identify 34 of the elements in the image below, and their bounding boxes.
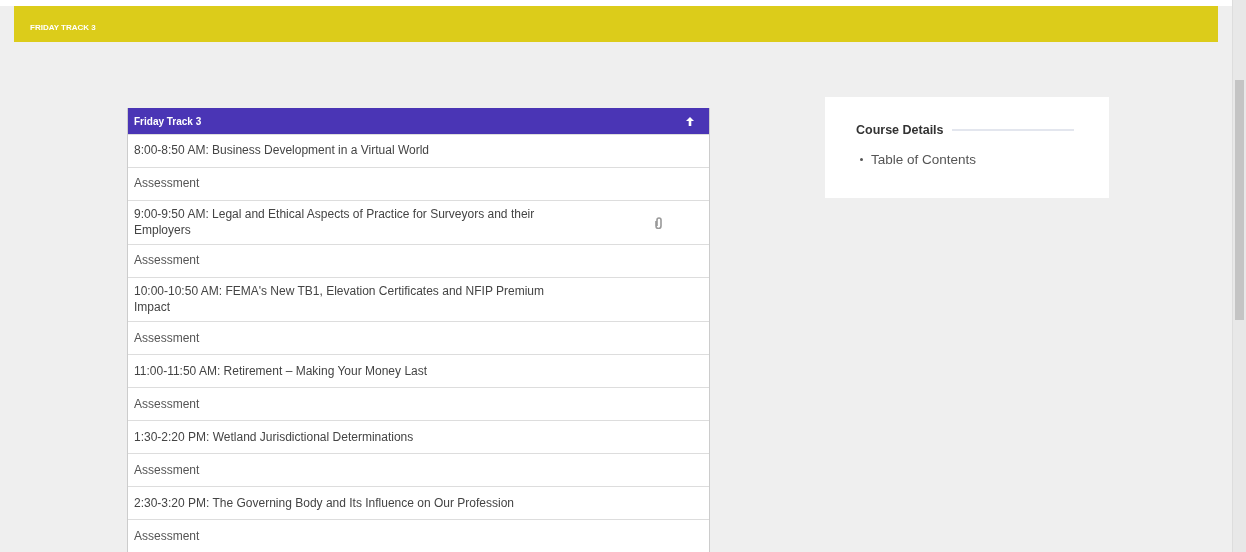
assessment-link: Assessment (134, 330, 201, 347)
toc-link[interactable]: Table of Contents (871, 149, 977, 170)
assessment-row[interactable]: Assessment (128, 453, 709, 487)
lesson-row[interactable]: 11:00-11:50 AM: Retirement – Making Your Money Last (128, 354, 709, 388)
assessment-row[interactable]: Assessment (128, 321, 709, 355)
lesson-row[interactable]: 8:00-8:50 AM: Business Development in a Virtual World (128, 134, 709, 167)
assessment-row[interactable]: Assessment (128, 244, 709, 278)
lesson-title: 10:00-10:50 AM: FEMA's New TB1, Elevation Certificates and NFIP Premium Impact (134, 284, 545, 316)
lesson-title: 9:00-9:50 AM: Legal and Ethical Aspects of Practice for Surveyors and their Employers (134, 207, 536, 239)
track-header[interactable]: Friday Track 3 (128, 108, 709, 134)
lesson-title: 11:00-11:50 AM: Retirement – Making Your Money Last (134, 363, 429, 380)
assessment-link: Assessment (134, 176, 201, 192)
lesson-title: 2:30-3:20 PM: The Governing Body and Its Influence on Our Profession (134, 495, 515, 512)
lesson-row[interactable]: 9:00-9:50 AM: Legal and Ethical Aspects of Practice for Surveyors and their Employers (128, 200, 709, 245)
assessment-link: Assessment (134, 462, 201, 479)
assessment-link: Assessment (134, 396, 201, 413)
scrollbar-thumb[interactable] (1235, 80, 1244, 320)
lesson-row[interactable]: 10:00-10:50 AM: FEMA's New TB1, Elevation Certificates and NFIP Premium Impact (128, 277, 709, 322)
lesson-title: 8:00-8:50 AM: Business Development in a Virtual World (134, 143, 431, 159)
bullet-icon (860, 158, 863, 162)
banner-title: FRIDAY TRACK 3 (30, 23, 96, 32)
lesson-title: 1:30-2:20 PM: Wetland Jurisdictional Determinations (134, 429, 415, 446)
assessment-row[interactable]: Assessment (128, 519, 709, 552)
collapse-arrow-icon[interactable] (685, 115, 695, 127)
assessment-row[interactable]: Assessment (128, 167, 709, 200)
lesson-row[interactable]: 2:30-3:20 PM: The Governing Body and Its Influence on Our Profession (128, 486, 709, 520)
paperclip-icon[interactable] (655, 216, 663, 229)
card-title: Course Details (856, 122, 944, 139)
assessment-link: Assessment (134, 253, 201, 269)
assessment-link: Assessment (134, 528, 201, 545)
assessment-row[interactable]: Assessment (128, 387, 709, 421)
lesson-row[interactable]: 1:30-2:20 PM: Wetland Jurisdictional Determinations (128, 420, 709, 454)
track-title: Friday Track 3 (134, 114, 202, 129)
scrollbar[interactable] (1232, 0, 1246, 552)
